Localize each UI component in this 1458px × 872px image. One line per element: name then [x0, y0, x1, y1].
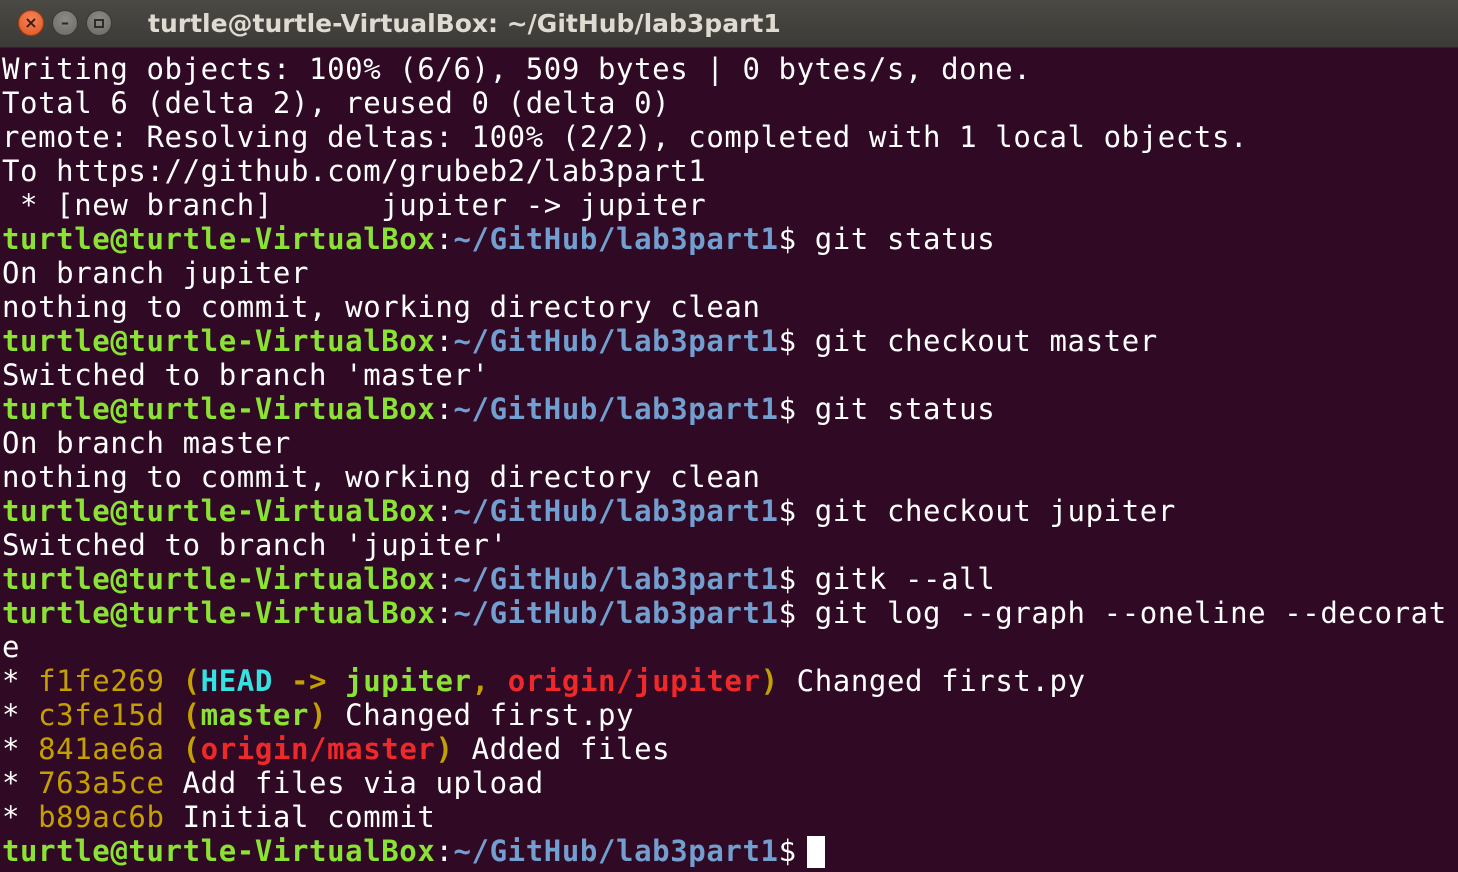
- graph-star: *: [2, 664, 39, 698]
- terminal-content[interactable]: Writing objects: 100% (6/6), 509 bytes |…: [0, 52, 1458, 872]
- decoration-close: ): [760, 664, 779, 698]
- prompt-separator: :: [435, 222, 454, 256]
- commit-message: Added files: [453, 732, 671, 766]
- commit-hash: 763a5ce: [38, 766, 165, 800]
- output-line: * [new branch] jupiter -> jupiter: [2, 188, 707, 222]
- log-line: * 763a5ce Add files via upload: [0, 766, 1458, 800]
- prompt-dollar: $: [778, 222, 797, 256]
- prompt-user: turtle@turtle-VirtualBox: [2, 324, 436, 358]
- prompt-path: ~/GitHub/lab3part1: [453, 494, 779, 528]
- command-text: git log --graph --oneline --decorat: [796, 596, 1447, 630]
- minimize-button[interactable]: –: [52, 10, 78, 36]
- commit-hash: f1fe269: [38, 664, 165, 698]
- decoration-open: (: [164, 732, 201, 766]
- log-line: * f1fe269 (HEAD -> jupiter, origin/jupit…: [0, 664, 1458, 698]
- decoration-close: ): [309, 698, 328, 732]
- prompt-path: ~/GitHub/lab3part1: [453, 596, 779, 630]
- log-line: * b89ac6b Initial commit: [0, 800, 1458, 834]
- graph-star: *: [2, 732, 39, 766]
- prompt-user: turtle@turtle-VirtualBox: [2, 834, 436, 868]
- output-line: To https://github.com/grubeb2/lab3part1: [2, 154, 707, 188]
- prompt-dollar: $: [778, 562, 797, 596]
- prompt-user: turtle@turtle-VirtualBox: [2, 222, 436, 256]
- graph-star: *: [2, 698, 39, 732]
- output-line: nothing to commit, working directory cle…: [2, 290, 761, 324]
- prompt-user: turtle@turtle-VirtualBox: [2, 392, 436, 426]
- minimize-icon: –: [61, 13, 69, 32]
- prompt-user: turtle@turtle-VirtualBox: [2, 562, 436, 596]
- window-title: turtle@turtle-VirtualBox: ~/GitHub/lab3p…: [148, 9, 781, 38]
- prompt-separator: :: [435, 392, 454, 426]
- commit-hash: c3fe15d: [38, 698, 165, 732]
- graph-star: *: [2, 766, 39, 800]
- decoration-head: HEAD: [200, 664, 273, 698]
- log-line: * c3fe15d (master) Changed first.py: [0, 698, 1458, 732]
- terminal-window: × – turtle@turtle-VirtualBox: ~/GitHub/l…: [0, 0, 1458, 872]
- commit-message: Changed first.py: [327, 698, 635, 732]
- prompt-separator: :: [435, 324, 454, 358]
- decoration-remote: origin/master: [200, 732, 436, 766]
- decoration-branch: jupiter: [345, 664, 472, 698]
- commit-message: Initial commit: [164, 800, 436, 834]
- prompt-separator: :: [435, 596, 454, 630]
- output-line: e: [2, 630, 21, 664]
- output-line: Switched to branch 'master': [2, 358, 490, 392]
- output-line: Writing objects: 100% (6/6), 509 bytes |…: [2, 52, 1032, 86]
- prompt-dollar: $: [778, 596, 797, 630]
- prompt-line: turtle@turtle-VirtualBox:~/GitHub/lab3pa…: [0, 834, 1458, 868]
- text-cursor: [806, 836, 825, 868]
- commit-hash: b89ac6b: [38, 800, 165, 834]
- prompt-dollar: $: [778, 834, 797, 868]
- prompt-path: ~/GitHub/lab3part1: [453, 562, 779, 596]
- decoration-arrow: ->: [272, 664, 346, 698]
- log-line: * 841ae6a (origin/master) Added files: [0, 732, 1458, 766]
- prompt-dollar: $: [778, 494, 797, 528]
- title-bar[interactable]: × – turtle@turtle-VirtualBox: ~/GitHub/l…: [0, 0, 1458, 48]
- output-line: On branch jupiter: [2, 256, 310, 290]
- prompt-separator: :: [435, 494, 454, 528]
- decoration-branch: master: [200, 698, 310, 732]
- command-text: git status: [796, 392, 996, 426]
- maximize-button[interactable]: [86, 10, 112, 36]
- prompt-path: ~/GitHub/lab3part1: [453, 222, 779, 256]
- decoration-open: (: [164, 664, 201, 698]
- maximize-icon: [94, 18, 104, 28]
- output-line: Switched to branch 'jupiter': [2, 528, 508, 562]
- decoration-remote: origin/jupiter: [507, 664, 761, 698]
- prompt-path: ~/GitHub/lab3part1: [453, 834, 779, 868]
- prompt-path: ~/GitHub/lab3part1: [453, 324, 779, 358]
- decoration-open: (: [164, 698, 201, 732]
- output-line: remote: Resolving deltas: 100% (2/2), co…: [2, 120, 1249, 154]
- prompt-line: turtle@turtle-VirtualBox:~/GitHub/lab3pa…: [0, 494, 1458, 528]
- commit-message: Changed first.py: [778, 664, 1086, 698]
- prompt-dollar: $: [778, 392, 797, 426]
- decoration-close: ): [435, 732, 454, 766]
- prompt-line: turtle@turtle-VirtualBox:~/GitHub/lab3pa…: [0, 324, 1458, 358]
- output-line: nothing to commit, working directory cle…: [2, 460, 761, 494]
- prompt-path: ~/GitHub/lab3part1: [453, 392, 779, 426]
- prompt-line: turtle@turtle-VirtualBox:~/GitHub/lab3pa…: [0, 392, 1458, 426]
- command-text: git status: [796, 222, 996, 256]
- decoration-comma: ,: [471, 664, 508, 698]
- command-text: git checkout master: [796, 324, 1158, 358]
- prompt-user: turtle@turtle-VirtualBox: [2, 494, 436, 528]
- command-text: gitk --all: [796, 562, 996, 596]
- prompt-line: turtle@turtle-VirtualBox:~/GitHub/lab3pa…: [0, 222, 1458, 256]
- graph-star: *: [2, 800, 39, 834]
- prompt-line: turtle@turtle-VirtualBox:~/GitHub/lab3pa…: [0, 596, 1458, 630]
- close-button[interactable]: ×: [18, 10, 44, 36]
- close-icon: ×: [24, 13, 38, 32]
- command-text: git checkout jupiter: [796, 494, 1176, 528]
- commit-message: Add files via upload: [164, 766, 544, 800]
- output-line: Total 6 (delta 2), reused 0 (delta 0): [2, 86, 671, 120]
- commit-hash: 841ae6a: [38, 732, 165, 766]
- output-line: On branch master: [2, 426, 291, 460]
- prompt-line: turtle@turtle-VirtualBox:~/GitHub/lab3pa…: [0, 562, 1458, 596]
- prompt-separator: :: [435, 834, 454, 868]
- prompt-dollar: $: [778, 324, 797, 358]
- prompt-separator: :: [435, 562, 454, 596]
- prompt-user: turtle@turtle-VirtualBox: [2, 596, 436, 630]
